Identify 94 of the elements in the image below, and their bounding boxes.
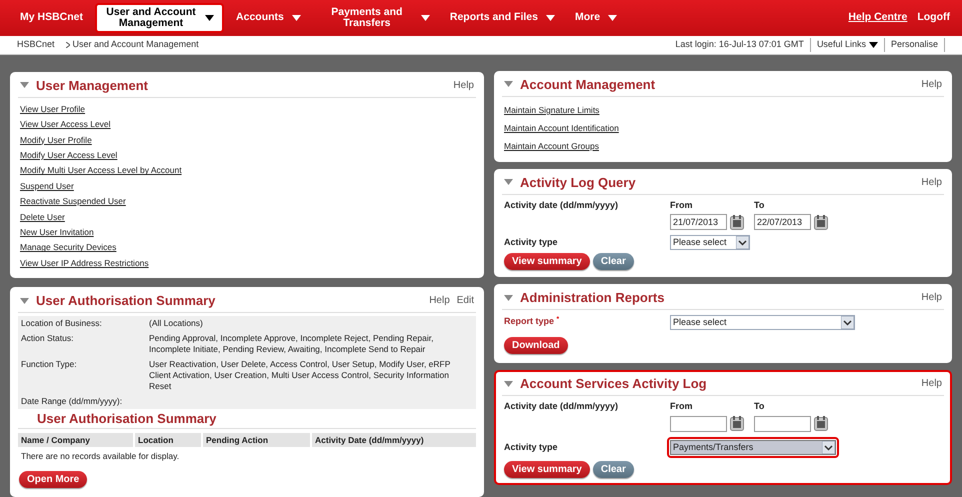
field-label: To (754, 198, 766, 212)
date-field[interactable]: 21/07/2013 (670, 214, 727, 230)
action-button[interactable]: View summary (504, 253, 590, 270)
date-field[interactable] (670, 416, 727, 432)
filter-label: Function Type: (21, 359, 78, 372)
filter-value: Pending Approval, Incomplete Approve, Incomplete Reject, Pending Repair, Incomplete Initiate, Pending Review, Awaiting, Incomplete Send to Repair (149, 333, 434, 356)
field-label: Activity type (504, 440, 559, 454)
panel-link[interactable]: Manage Security Devices (20, 240, 116, 256)
nav-tab[interactable]: User and Account Management (95, 2, 224, 33)
field-label: To (754, 400, 766, 414)
panel-title: Account Management (520, 76, 656, 94)
caret-icon (504, 380, 513, 387)
panel-link[interactable]: Suspend User (20, 178, 74, 194)
panel-action-link[interactable]: Help (429, 293, 450, 308)
calendar-icon[interactable] (730, 416, 744, 432)
calendar-icon[interactable] (814, 214, 828, 230)
column-header: Activity Date (dd/mm/yyyy) (312, 433, 476, 448)
filter-value: (All Locations) (149, 318, 203, 330)
panel-link[interactable]: View User IP Address Restrictions (20, 256, 149, 272)
field-label: Activity date (dd/mm/yyyy) (504, 198, 620, 212)
caret-icon (868, 42, 878, 48)
date-field[interactable]: 22/07/2013 (754, 214, 811, 230)
select-field[interactable]: Please select (670, 235, 750, 250)
panel-link[interactable]: New User Invitation (20, 225, 94, 240)
caret-icon (20, 82, 29, 88)
nav-tab[interactable]: Payments and Transfers (312, 2, 438, 33)
select-field[interactable]: Payments/Transfers (670, 440, 836, 455)
select-value: Payments/Transfers (672, 440, 754, 454)
caret-icon (20, 298, 29, 304)
last-login-text: Last login: 16-Jul-13 07:01 GMT (675, 38, 811, 52)
breadcrumb-link[interactable]: HSBCnet (17, 38, 55, 52)
panel-link[interactable]: Reactivate Suspended User (20, 194, 126, 210)
action-button[interactable]: Download (504, 337, 568, 354)
filter-value: User Reactivation, User Delete, Access Control, User Setup, Modify User, eRFP Client Activation, User Creation, Multi User Access Control, Security Information Reset (149, 359, 452, 392)
date-field[interactable] (754, 416, 811, 432)
panel-action-link[interactable]: Help (921, 174, 942, 190)
select-value: Please select (672, 316, 728, 330)
panel-link[interactable]: Modify Multi User Access Level by Account (20, 163, 182, 179)
panel-link[interactable]: View User Access Level (20, 117, 111, 133)
nav-tab[interactable]: Reports and Files (442, 2, 563, 33)
useful-links-menu[interactable]: Useful Links (810, 38, 885, 52)
field-label: From (670, 400, 694, 414)
panel-title: User Authorisation Summary (36, 292, 216, 310)
panel-link[interactable]: Maintain Account Identification (504, 118, 619, 137)
field-label: From (670, 198, 694, 212)
panel-title: User Management (36, 76, 148, 95)
empty-message: There are no records available for display. (20, 450, 180, 463)
panel-link[interactable]: Maintain Account Groups (504, 136, 599, 155)
panel-action-link[interactable]: Help (921, 376, 942, 392)
chevron-down-icon (822, 440, 835, 454)
panel-action-link[interactable]: Edit (456, 293, 474, 308)
section-title: User Authorisation Summary (18, 409, 476, 430)
chevron-right-icon (66, 42, 70, 48)
calendar-icon[interactable] (730, 214, 744, 230)
header-link[interactable]: Help Centre (848, 10, 908, 26)
column-header: Pending Action (203, 433, 310, 448)
chevron-down-icon (736, 236, 749, 250)
panel-link[interactable]: View User Profile (20, 102, 86, 118)
clear-button[interactable]: Clear (592, 253, 634, 270)
panel-link[interactable]: Maintain Signature Limits (504, 100, 600, 119)
panel-action-link[interactable]: Help (921, 290, 942, 306)
panel-title: Activity Log Query (520, 174, 636, 192)
field-label: Report type $^{*}$ (504, 315, 560, 328)
panel-title: Account Services Activity Log (520, 375, 707, 394)
column-header: Name / Company (18, 433, 133, 448)
filter-label: Location of Business: (21, 318, 103, 330)
filter-label: Date Range (dd/mm/yyyy): (21, 396, 124, 408)
caret-icon (504, 294, 513, 301)
column-header: Location (135, 433, 201, 448)
header-link[interactable]: Logoff (917, 10, 950, 26)
panel-action-link[interactable]: Help (453, 78, 474, 93)
personalise-link[interactable]: Personalise (884, 38, 945, 52)
nav-tab[interactable]: More (566, 2, 626, 33)
field-label: Activity date (dd/mm/yyyy) (504, 400, 620, 414)
chevron-down-icon (841, 316, 854, 330)
select-field[interactable]: Please select (670, 315, 855, 330)
clear-button[interactable]: Clear (592, 460, 634, 478)
action-button[interactable]: Open More (19, 471, 88, 488)
field-label: Activity type (504, 236, 559, 250)
nav-tab[interactable]: Accounts (228, 2, 309, 33)
breadcrumb-link[interactable]: User and Account Management (72, 38, 199, 52)
caret-icon (504, 81, 513, 88)
panel-link[interactable]: Delete User (20, 210, 65, 226)
panel-link[interactable]: Modify User Profile (20, 132, 92, 148)
nav-tab[interactable]: My HSBCnet (12, 2, 92, 33)
required-mark: * (556, 316, 560, 323)
calendar-icon[interactable] (814, 416, 828, 432)
panel-action-link[interactable]: Help (921, 76, 942, 92)
panel-link[interactable]: Modify User Access Level (20, 148, 118, 164)
caret-icon (504, 179, 513, 186)
select-value: Please select (672, 236, 728, 250)
filter-label: Action Status: (21, 333, 74, 346)
action-button[interactable]: View summary (504, 460, 590, 478)
panel-title: Administration Reports (520, 289, 664, 308)
